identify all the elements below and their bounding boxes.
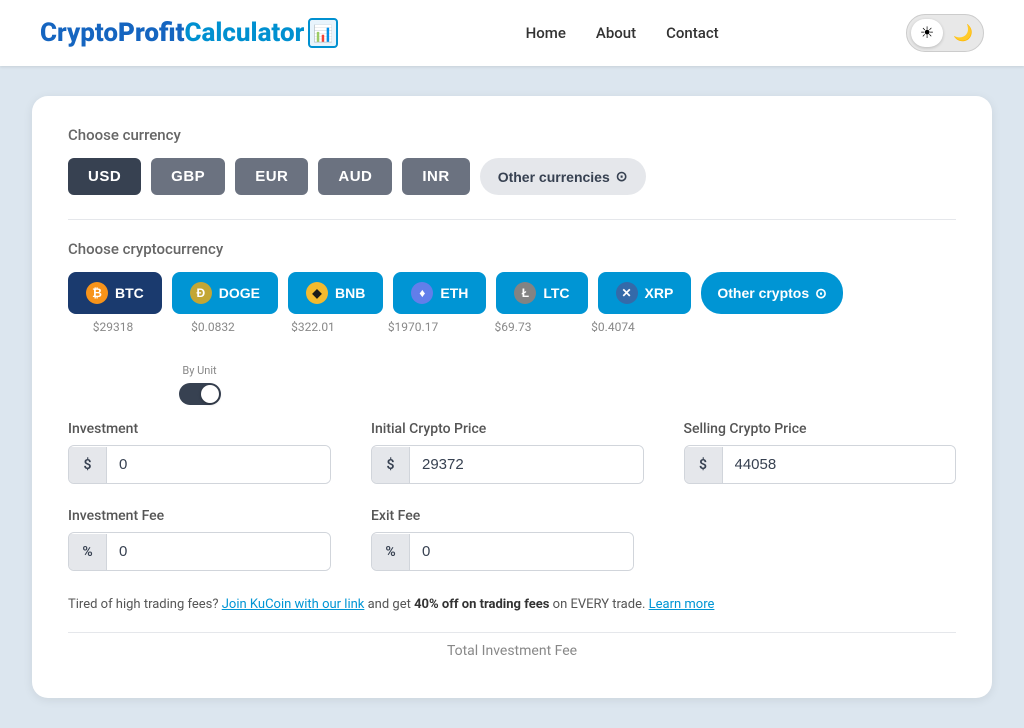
currency-buttons: USD GBP EUR AUD INR Other currencies ⊙ (68, 158, 956, 195)
eth-icon: ♦ (411, 282, 433, 304)
exit-fee-input-wrapper: % (371, 532, 634, 571)
theme-toggle: ☀ 🌙 (906, 14, 984, 52)
btc-icon: ₿ (86, 282, 108, 304)
crypto-ltc-button[interactable]: Ł LTC (496, 272, 587, 314)
by-unit-toggle-container: By Unit (68, 364, 331, 405)
selling-price-label: Selling Crypto Price (684, 421, 957, 437)
investment-fee-input-wrapper: % (68, 532, 331, 571)
crypto-buttons: ₿ BTC Ð DOGE ◆ BNB ♦ ETH Ł LTC ✕ XRP (68, 272, 956, 314)
logo-profit: Profit (118, 18, 184, 48)
promo-text-before: Tired of high trading fees? (68, 597, 219, 612)
calculator-icon: 📊 (308, 18, 338, 48)
nav-contact[interactable]: Contact (666, 24, 719, 42)
fee-row: Investment Fee % Exit Fee % (68, 508, 956, 571)
initial-price-label: Initial Crypto Price (371, 421, 644, 437)
crypto-section-label: Choose cryptocurrency (68, 240, 956, 258)
initial-price-prefix: $ (372, 447, 410, 483)
btc-label: BTC (115, 285, 144, 301)
promo-bold-text: 40% off on trading fees (414, 597, 549, 612)
nav: Home About Contact (526, 24, 719, 42)
investment-fee-group: Investment Fee % (68, 508, 331, 571)
investment-fee-label: Investment Fee (68, 508, 331, 524)
calculator-card: Choose currency USD GBP EUR AUD INR Othe… (32, 96, 992, 698)
crypto-eth-button[interactable]: ♦ ETH (393, 272, 486, 314)
investment-input-wrapper: $ (68, 445, 331, 484)
header: CryptoProfitCalculator 📊 Home About Cont… (0, 0, 1024, 66)
selling-price-input[interactable] (723, 446, 956, 483)
crypto-btc-button[interactable]: ₿ BTC (68, 272, 162, 314)
logo-calculator: Calculator (184, 18, 304, 48)
doge-icon: Ð (190, 282, 212, 304)
crypto-prices-row: $29318 $0.0832 $322.01 $1970.17 $69.73 $… (68, 320, 956, 334)
toggle-knob (201, 385, 219, 403)
exit-fee-input[interactable] (410, 533, 633, 570)
currency-inr-button[interactable]: INR (402, 158, 469, 195)
crypto-xrp-button[interactable]: ✕ XRP (598, 272, 692, 314)
doge-price: $0.0832 (168, 320, 258, 334)
bnb-icon: ◆ (306, 282, 328, 304)
light-mode-button[interactable]: ☀ (911, 19, 943, 47)
selling-price-input-wrapper: $ (684, 445, 957, 484)
currency-gbp-button[interactable]: GBP (151, 158, 225, 195)
btc-price: $29318 (68, 320, 158, 334)
xrp-price: $0.4074 (568, 320, 658, 334)
bnb-price: $322.01 (268, 320, 358, 334)
other-currencies-label: Other currencies (498, 169, 610, 185)
section-divider (68, 219, 956, 220)
investment-fee-input[interactable] (107, 533, 330, 570)
learn-more-link[interactable]: Learn more (649, 597, 715, 612)
investment-row: By Unit Investment $ Initial Crypto Pric… (68, 364, 956, 484)
other-cryptos-label: Other cryptos (717, 285, 809, 301)
promo-text: Tired of high trading fees? Join KuCoin … (68, 595, 956, 616)
xrp-icon: ✕ (616, 282, 638, 304)
other-cryptos-icon: ⊙ (815, 285, 827, 302)
eth-label: ETH (440, 285, 468, 301)
promo-text-middle: and get (368, 597, 414, 612)
eth-price: $1970.17 (368, 320, 458, 334)
investment-fee-prefix: % (69, 534, 107, 570)
initial-price-input[interactable] (410, 446, 643, 483)
currency-usd-button[interactable]: USD (68, 158, 141, 195)
exit-fee-label: Exit Fee (371, 508, 634, 524)
exit-fee-prefix: % (372, 534, 410, 570)
crypto-doge-button[interactable]: Ð DOGE (172, 272, 278, 314)
ltc-label: LTC (543, 285, 569, 301)
ltc-price: $69.73 (468, 320, 558, 334)
main-content: Choose currency USD GBP EUR AUD INR Othe… (0, 66, 1024, 728)
nav-about[interactable]: About (596, 24, 636, 42)
nav-home[interactable]: Home (526, 24, 566, 42)
inputs-section: By Unit Investment $ Initial Crypto Pric… (68, 364, 956, 571)
investment-group: By Unit Investment $ (68, 364, 331, 484)
logo: CryptoProfitCalculator 📊 (40, 18, 338, 48)
currency-aud-button[interactable]: AUD (318, 158, 392, 195)
investment-prefix: $ (69, 447, 107, 483)
chevron-down-icon: ⊙ (616, 168, 628, 185)
investment-input[interactable] (107, 446, 330, 483)
total-investment-fee-label: Total Investment Fee (68, 632, 956, 659)
other-cryptos-button[interactable]: Other cryptos ⊙ (701, 272, 843, 314)
currency-eur-button[interactable]: EUR (235, 158, 308, 195)
by-unit-toggle[interactable] (179, 383, 221, 405)
kucoin-link[interactable]: Join KuCoin with our link (222, 597, 365, 612)
promo-text-after: on EVERY trade. (553, 597, 649, 612)
selling-price-prefix: $ (685, 447, 723, 483)
crypto-bnb-button[interactable]: ◆ BNB (288, 272, 383, 314)
bnb-label: BNB (335, 285, 365, 301)
initial-price-input-wrapper: $ (371, 445, 644, 484)
exit-fee-group: Exit Fee % (371, 508, 634, 571)
ltc-icon: Ł (514, 282, 536, 304)
logo-crypto: Crypto (40, 18, 118, 48)
investment-label: Investment (68, 421, 331, 437)
doge-label: DOGE (219, 285, 260, 301)
dark-mode-button[interactable]: 🌙 (947, 19, 979, 47)
currency-section-label: Choose currency (68, 126, 956, 144)
initial-price-group: Initial Crypto Price $ (371, 421, 644, 484)
by-unit-label: By Unit (182, 364, 216, 377)
other-currencies-button[interactable]: Other currencies ⊙ (480, 158, 646, 195)
xrp-label: XRP (645, 285, 674, 301)
selling-price-group: Selling Crypto Price $ (684, 421, 957, 484)
